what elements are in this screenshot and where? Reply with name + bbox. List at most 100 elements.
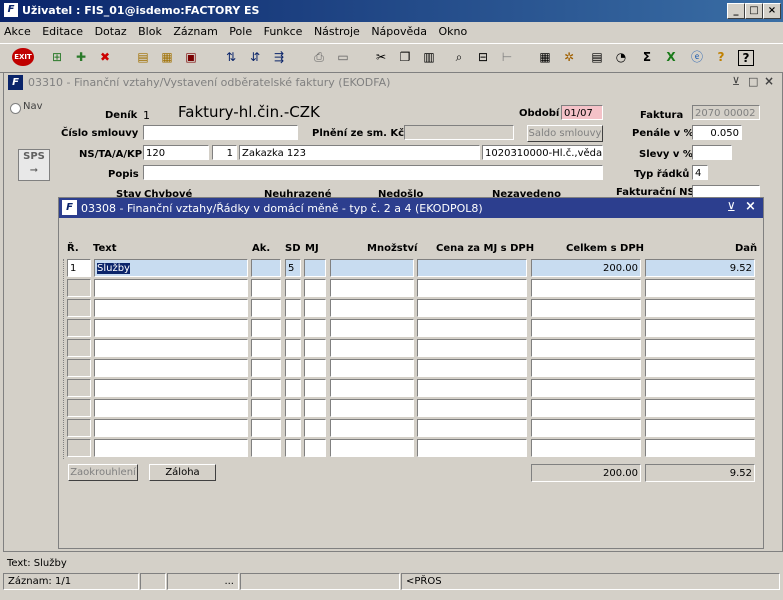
sd-cell[interactable] [285, 399, 301, 417]
dan-cell[interactable] [645, 319, 755, 337]
sort-asc-icon[interactable]: ⇅ [222, 48, 240, 66]
typ-radku-field[interactable]: 4 [692, 165, 708, 180]
ak-cell[interactable] [251, 359, 281, 377]
export-icon[interactable]: ✲ [560, 48, 578, 66]
row-number[interactable] [67, 299, 91, 317]
menu-editace[interactable]: Editace [38, 22, 87, 38]
cena-cell[interactable] [417, 379, 527, 397]
ak-cell[interactable] [251, 259, 281, 277]
nav-radio[interactable] [10, 103, 21, 114]
save-icon[interactable]: ✚ [72, 48, 90, 66]
row-number[interactable]: 1 [67, 259, 91, 277]
row-number[interactable] [67, 339, 91, 357]
delete-record-icon[interactable]: ✖ [96, 48, 114, 66]
mnozstvi-cell[interactable] [330, 419, 414, 437]
sd-cell[interactable] [285, 419, 301, 437]
dan-cell[interactable]: 9.52 [645, 259, 755, 277]
dan-cell[interactable] [645, 359, 755, 377]
cena-cell[interactable] [417, 319, 527, 337]
exit-icon[interactable]: EXIT [12, 48, 34, 66]
ta-field[interactable]: 1 [212, 145, 237, 160]
sd-cell[interactable] [285, 339, 301, 357]
menu-blok[interactable]: Blok [134, 22, 166, 38]
detail-restore-icon[interactable]: ⊻ [727, 200, 736, 214]
text-cell[interactable] [94, 319, 248, 337]
dan-cell[interactable] [645, 379, 755, 397]
search-icon[interactable]: ⌕ [450, 48, 468, 66]
row-number[interactable] [67, 279, 91, 297]
penale-field[interactable]: 0.050 [692, 125, 742, 140]
obdobi-field[interactable]: 01/07 [561, 105, 603, 120]
timer-icon[interactable]: ◔ [612, 48, 630, 66]
columns-icon[interactable]: ▦ [536, 48, 554, 66]
text-cell[interactable] [94, 439, 248, 457]
menu-zaznam[interactable]: Záznam [169, 22, 221, 38]
mnozstvi-cell[interactable] [330, 439, 414, 457]
popis-field[interactable] [143, 165, 603, 180]
menu-funkce[interactable]: Funkce [260, 22, 307, 38]
menu-nastroje[interactable]: Nástroje [310, 22, 364, 38]
ak-cell[interactable] [251, 319, 281, 337]
mnozstvi-cell[interactable] [330, 279, 414, 297]
row-number[interactable] [67, 359, 91, 377]
text-cell[interactable] [94, 299, 248, 317]
mj-cell[interactable] [304, 439, 326, 457]
celkem-cell[interactable] [531, 279, 641, 297]
ak-cell[interactable] [251, 279, 281, 297]
window-maximize-icon[interactable]: □ [748, 75, 758, 88]
cena-cell[interactable] [417, 259, 527, 277]
copy-block-icon[interactable]: ▤ [134, 48, 152, 66]
sd-cell[interactable] [285, 319, 301, 337]
dan-cell[interactable] [645, 419, 755, 437]
mj-cell[interactable] [304, 419, 326, 437]
row-number[interactable] [67, 379, 91, 397]
celkem-cell[interactable] [531, 319, 641, 337]
dan-cell[interactable] [645, 299, 755, 317]
text-cell[interactable] [94, 399, 248, 417]
mj-cell[interactable] [304, 339, 326, 357]
mnozstvi-cell[interactable] [330, 399, 414, 417]
celkem-cell[interactable] [531, 359, 641, 377]
celkem-cell[interactable] [531, 339, 641, 357]
ak-cell[interactable] [251, 419, 281, 437]
zaokrouhleni-button[interactable]: Zaokrouhlení [68, 464, 138, 481]
a-field[interactable]: Zakazka 123 [239, 145, 480, 160]
zaloha-button[interactable]: Záloha [149, 464, 216, 481]
mnozstvi-cell[interactable] [330, 259, 414, 277]
cena-cell[interactable] [417, 299, 527, 317]
menu-okno[interactable]: Okno [435, 22, 472, 38]
sd-cell[interactable] [285, 299, 301, 317]
dan-cell[interactable] [645, 439, 755, 457]
mnozstvi-cell[interactable] [330, 359, 414, 377]
cena-cell[interactable] [417, 399, 527, 417]
celkem-cell[interactable]: 200.00 [531, 259, 641, 277]
row-number[interactable] [67, 319, 91, 337]
maximize-button[interactable]: □ [745, 3, 763, 19]
sd-cell[interactable] [285, 439, 301, 457]
row-number[interactable] [67, 419, 91, 437]
sps-button[interactable]: SPS ➞ [18, 149, 50, 181]
paste-icon[interactable]: ▥ [420, 48, 438, 66]
mj-cell[interactable] [304, 299, 326, 317]
excel-icon[interactable]: X [662, 48, 680, 66]
mj-cell[interactable] [304, 259, 326, 277]
cena-cell[interactable] [417, 419, 527, 437]
text-cell[interactable] [94, 339, 248, 357]
menu-napoveda[interactable]: Nápověda [367, 22, 431, 38]
close-button[interactable]: × [763, 3, 781, 19]
ak-cell[interactable] [251, 299, 281, 317]
celkem-cell[interactable] [531, 299, 641, 317]
help-icon[interactable]: ? [712, 48, 730, 66]
mnozstvi-cell[interactable] [330, 319, 414, 337]
text-cell[interactable] [94, 419, 248, 437]
mj-cell[interactable] [304, 319, 326, 337]
paste-block-icon[interactable]: ▦ [158, 48, 176, 66]
ns-field[interactable]: 120 [143, 145, 209, 160]
menu-pole[interactable]: Pole [225, 22, 256, 38]
text-cell[interactable]: Služby [94, 259, 248, 277]
sort-desc-icon[interactable]: ⇵ [246, 48, 264, 66]
sort-multi-icon[interactable]: ⇶ [270, 48, 288, 66]
cena-cell[interactable] [417, 439, 527, 457]
mnozstvi-cell[interactable] [330, 299, 414, 317]
window-restore-icon[interactable]: ⊻ [732, 75, 740, 88]
